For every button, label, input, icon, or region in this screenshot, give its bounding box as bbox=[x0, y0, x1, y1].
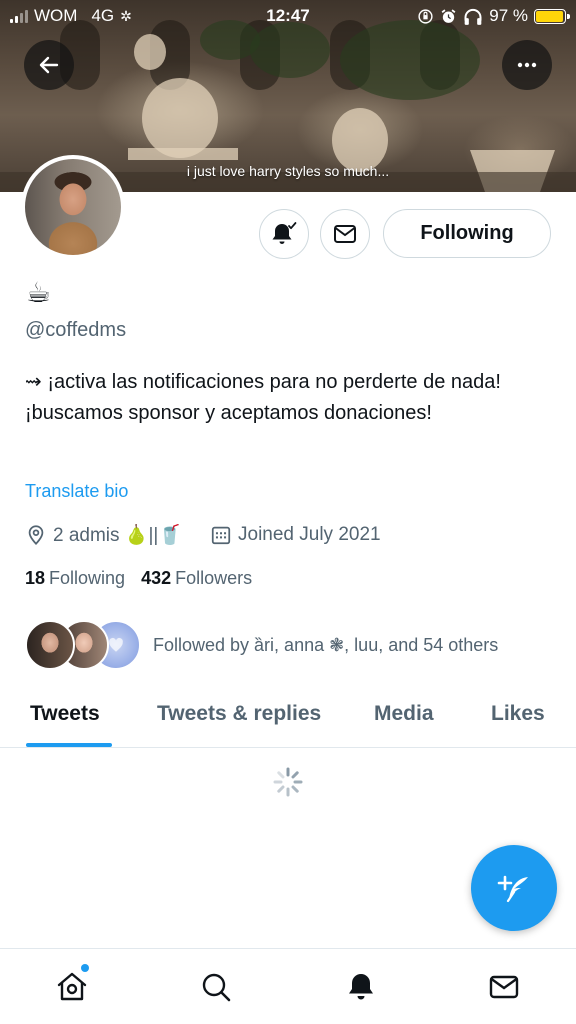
followed-by-text: Followed by ȁri, anna ❃, luu, and 54 oth… bbox=[153, 634, 499, 655]
joined-item: Joined July 2021 bbox=[210, 524, 381, 546]
followed-by-row[interactable]: Followed by ȁri, anna ❃, luu, and 54 oth… bbox=[25, 620, 498, 670]
alarm-icon bbox=[441, 8, 456, 23]
compose-feather-icon bbox=[497, 875, 528, 903]
battery-fill bbox=[536, 10, 564, 22]
followers-stat[interactable]: 432 Followers bbox=[141, 568, 252, 589]
home-icon bbox=[57, 972, 87, 1001]
profile-meta: 2 admis 🍐||🥤 Joined July 2021 bbox=[25, 523, 381, 547]
follow-stats: 18 Following 432 Followers bbox=[25, 568, 252, 589]
tab-likes[interactable]: Likes bbox=[491, 702, 545, 726]
user-handle: @coffedms bbox=[25, 319, 127, 341]
location-text: 2 admis 🍐||🥤 bbox=[53, 525, 182, 546]
orientation-lock-icon bbox=[418, 8, 433, 24]
back-button[interactable] bbox=[24, 40, 74, 90]
tab-tweets-replies[interactable]: Tweets & replies bbox=[157, 702, 321, 726]
following-button[interactable]: Following bbox=[383, 209, 551, 258]
status-bar: WOM 4G ✲ 12:47 97 % bbox=[0, 0, 576, 34]
envelope-icon bbox=[489, 975, 519, 999]
notifications-button[interactable] bbox=[259, 209, 309, 259]
profile-tabs: Tweets Tweets & replies Media Likes bbox=[0, 690, 576, 748]
nav-messages[interactable] bbox=[484, 967, 524, 1007]
followers-count: 432 bbox=[141, 568, 172, 588]
location-pin-icon bbox=[28, 525, 44, 545]
translate-bio-link[interactable]: Translate bio bbox=[25, 481, 128, 502]
bottom-navigation bbox=[0, 948, 576, 1024]
following-stat[interactable]: 18 Following bbox=[25, 568, 125, 589]
status-right: 97 % bbox=[417, 6, 570, 26]
bell-check-icon bbox=[272, 222, 297, 244]
nav-notifications[interactable] bbox=[341, 967, 381, 1007]
search-icon bbox=[202, 973, 231, 1002]
location-item: 2 admis 🍐||🥤 bbox=[25, 523, 182, 547]
calendar-icon bbox=[211, 526, 231, 545]
display-name: ☕ bbox=[26, 277, 52, 308]
bell-icon bbox=[349, 974, 373, 1000]
tab-media[interactable]: Media bbox=[374, 702, 434, 726]
following-label: Following bbox=[49, 568, 126, 588]
more-horizontal-icon bbox=[517, 62, 537, 68]
profile-bio: ⇝ ¡activa las notificaciones para no per… bbox=[25, 371, 501, 424]
more-options-button[interactable] bbox=[502, 40, 552, 90]
loading-spinner-icon bbox=[273, 767, 303, 797]
following-count: 18 bbox=[25, 568, 46, 588]
follower-avatars bbox=[25, 620, 143, 670]
profile-avatar[interactable] bbox=[21, 155, 125, 259]
headphones-icon bbox=[464, 8, 482, 25]
follower-avatar bbox=[25, 620, 75, 670]
envelope-icon bbox=[334, 225, 356, 243]
message-button[interactable] bbox=[320, 209, 370, 259]
followers-label: Followers bbox=[175, 568, 253, 588]
compose-tweet-button[interactable] bbox=[471, 845, 557, 931]
nav-search[interactable] bbox=[196, 967, 236, 1007]
arrow-left-icon bbox=[39, 56, 59, 74]
battery-icon bbox=[534, 8, 570, 24]
home-notification-dot bbox=[81, 964, 89, 972]
heart-icon bbox=[109, 637, 123, 652]
tab-tweets[interactable]: Tweets bbox=[30, 702, 100, 726]
joined-text: Joined July 2021 bbox=[238, 524, 381, 545]
nav-home[interactable] bbox=[52, 967, 92, 1007]
battery-percent: 97 % bbox=[489, 6, 528, 25]
active-tab-indicator bbox=[26, 743, 112, 747]
